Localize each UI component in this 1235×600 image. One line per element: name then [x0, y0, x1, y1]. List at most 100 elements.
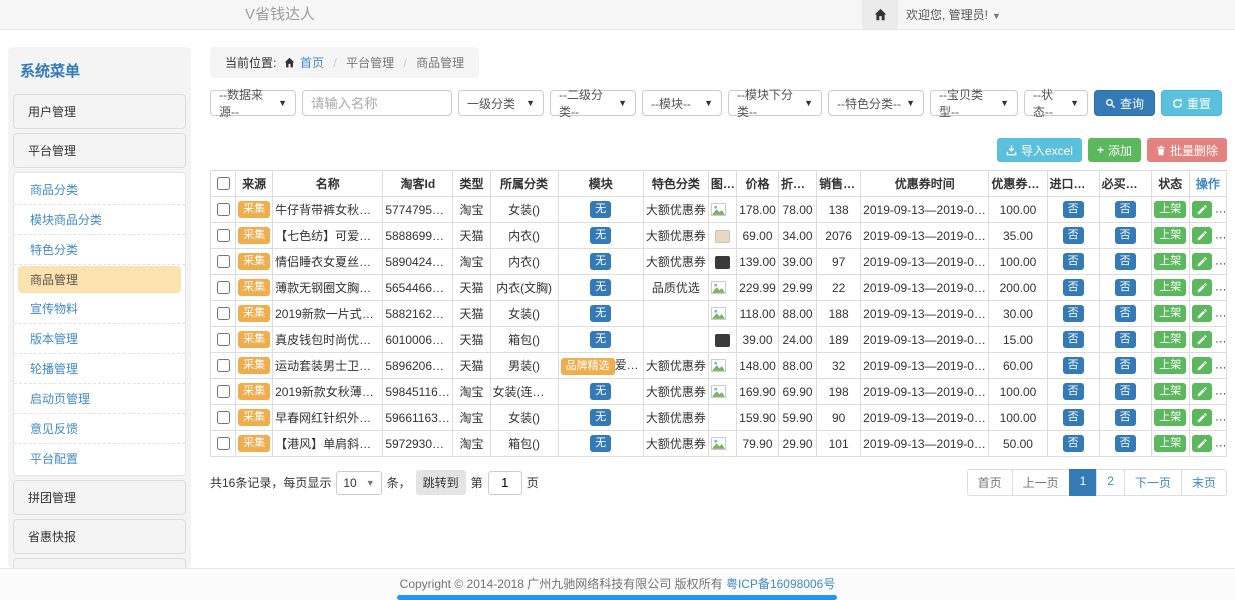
- data-source-select[interactable]: --数据来源--▼: [210, 90, 296, 116]
- edit-button[interactable]: [1192, 435, 1212, 452]
- must-buy-toggle[interactable]: 否: [1115, 383, 1136, 399]
- must-buy-toggle[interactable]: 否: [1115, 201, 1136, 217]
- filter-select[interactable]: 一级分类▼: [458, 90, 544, 116]
- module-none-badge[interactable]: 无: [590, 409, 611, 425]
- sidebar-subitem[interactable]: 商品分类: [14, 175, 185, 205]
- add-button[interactable]: + 添加: [1088, 138, 1141, 162]
- status-badge[interactable]: 上架: [1154, 383, 1186, 399]
- status-badge[interactable]: 上架: [1154, 253, 1186, 269]
- filter-select[interactable]: --宝贝类型--▼: [930, 90, 1018, 116]
- sidebar-subitem[interactable]: 轮播管理: [14, 354, 185, 384]
- import-toggle[interactable]: 否: [1063, 279, 1084, 295]
- status-badge[interactable]: 上架: [1154, 305, 1186, 321]
- page-button-上一页[interactable]: 上一页: [1012, 469, 1070, 496]
- module-none-badge[interactable]: 无: [590, 435, 611, 451]
- filter-select[interactable]: --模块下分类--▼: [728, 90, 822, 116]
- edit-button[interactable]: [1192, 279, 1212, 296]
- module-none-badge[interactable]: 无: [590, 201, 611, 217]
- sidebar-item-0[interactable]: 用户管理: [13, 94, 186, 129]
- page-button-1[interactable]: 1: [1069, 469, 1098, 496]
- sidebar-subitem[interactable]: 启动页管理: [14, 384, 185, 414]
- sidebar-item-1[interactable]: 平台管理: [13, 133, 186, 168]
- breadcrumb-item[interactable]: 平台管理: [346, 56, 394, 70]
- sidebar-item[interactable]: 拼团管理: [13, 480, 186, 515]
- reset-button[interactable]: 重置: [1161, 90, 1222, 116]
- must-buy-toggle[interactable]: 否: [1115, 227, 1136, 243]
- page-button-2[interactable]: 2: [1096, 469, 1125, 496]
- icp-link[interactable]: 粤ICP备16098006号: [726, 577, 835, 591]
- import-toggle[interactable]: 否: [1063, 227, 1084, 243]
- row-checkbox[interactable]: [217, 333, 230, 346]
- row-checkbox[interactable]: [217, 385, 230, 398]
- import-toggle[interactable]: 否: [1063, 331, 1084, 347]
- sidebar-subitem[interactable]: 宣传物料: [14, 294, 185, 324]
- must-buy-toggle[interactable]: 否: [1115, 305, 1136, 321]
- page-number-input[interactable]: [488, 471, 522, 495]
- row-checkbox[interactable]: [217, 359, 230, 372]
- sidebar-subitem[interactable]: 版本管理: [14, 324, 185, 354]
- edit-button[interactable]: [1192, 227, 1212, 244]
- batch-delete-button[interactable]: 批量删除: [1147, 138, 1227, 162]
- sidebar-subitem[interactable]: 平台配置: [14, 444, 185, 473]
- filter-select[interactable]: --特色分类--▼: [828, 90, 924, 116]
- name-search-input[interactable]: [302, 90, 452, 116]
- per-page-select[interactable]: 10▼: [336, 471, 381, 495]
- edit-button[interactable]: [1192, 305, 1212, 322]
- status-badge[interactable]: 上架: [1154, 357, 1186, 373]
- must-buy-toggle[interactable]: 否: [1115, 279, 1136, 295]
- horizontal-scrollbar-thumb[interactable]: [397, 595, 837, 600]
- row-checkbox[interactable]: [217, 281, 230, 294]
- edit-button[interactable]: [1192, 357, 1212, 374]
- module-none-badge[interactable]: 无: [590, 227, 611, 243]
- home-button[interactable]: [862, 0, 898, 29]
- status-badge[interactable]: 上架: [1154, 435, 1186, 451]
- user-menu[interactable]: 欢迎您, 管理员!▼: [906, 0, 1001, 31]
- query-button[interactable]: 查询: [1094, 90, 1155, 116]
- row-checkbox[interactable]: [217, 411, 230, 424]
- import-toggle[interactable]: 否: [1063, 435, 1084, 451]
- module-none-badge[interactable]: 无: [590, 305, 611, 321]
- module-none-badge[interactable]: 无: [590, 331, 611, 347]
- must-buy-toggle[interactable]: 否: [1115, 357, 1136, 373]
- import-toggle[interactable]: 否: [1063, 201, 1084, 217]
- sidebar-item[interactable]: 消息管理: [13, 558, 186, 568]
- row-checkbox[interactable]: [217, 307, 230, 320]
- module-none-badge[interactable]: 无: [590, 253, 611, 269]
- jump-button[interactable]: 跳转到: [416, 470, 466, 495]
- page-button-末页[interactable]: 末页: [1181, 469, 1227, 496]
- import-toggle[interactable]: 否: [1063, 383, 1084, 399]
- filter-select[interactable]: --模块--▼: [642, 90, 722, 116]
- row-checkbox[interactable]: [217, 229, 230, 242]
- edit-button[interactable]: [1192, 383, 1212, 400]
- import-toggle[interactable]: 否: [1063, 305, 1084, 321]
- row-checkbox[interactable]: [217, 255, 230, 268]
- status-badge[interactable]: 上架: [1154, 201, 1186, 217]
- row-checkbox[interactable]: [217, 437, 230, 450]
- filter-select[interactable]: --二级分类--▼: [550, 90, 636, 116]
- sidebar-item[interactable]: 省惠快报: [13, 519, 186, 554]
- status-badge[interactable]: 上架: [1154, 227, 1186, 243]
- status-badge[interactable]: 上架: [1154, 331, 1186, 347]
- must-buy-toggle[interactable]: 否: [1115, 409, 1136, 425]
- status-badge[interactable]: 上架: [1154, 279, 1186, 295]
- module-none-badge[interactable]: 无: [590, 279, 611, 295]
- must-buy-toggle[interactable]: 否: [1115, 253, 1136, 269]
- row-checkbox[interactable]: [217, 203, 230, 216]
- sidebar-subitem[interactable]: 模块商品分类: [14, 205, 185, 235]
- sidebar-subitem[interactable]: 商品管理: [18, 266, 181, 293]
- page-button-下一页[interactable]: 下一页: [1124, 469, 1182, 496]
- module-none-badge[interactable]: 无: [590, 383, 611, 399]
- page-button-首页[interactable]: 首页: [967, 469, 1013, 496]
- must-buy-toggle[interactable]: 否: [1115, 435, 1136, 451]
- edit-button[interactable]: [1192, 409, 1212, 426]
- import-toggle[interactable]: 否: [1063, 357, 1084, 373]
- import-toggle[interactable]: 否: [1063, 409, 1084, 425]
- status-badge[interactable]: 上架: [1154, 409, 1186, 425]
- edit-button[interactable]: [1192, 201, 1212, 218]
- filter-select[interactable]: --状态--▼: [1024, 90, 1088, 116]
- edit-button[interactable]: [1192, 331, 1212, 348]
- must-buy-toggle[interactable]: 否: [1115, 331, 1136, 347]
- import-toggle[interactable]: 否: [1063, 253, 1084, 269]
- breadcrumb-home-link[interactable]: 首页: [300, 56, 324, 70]
- select-all-checkbox[interactable]: [217, 177, 230, 190]
